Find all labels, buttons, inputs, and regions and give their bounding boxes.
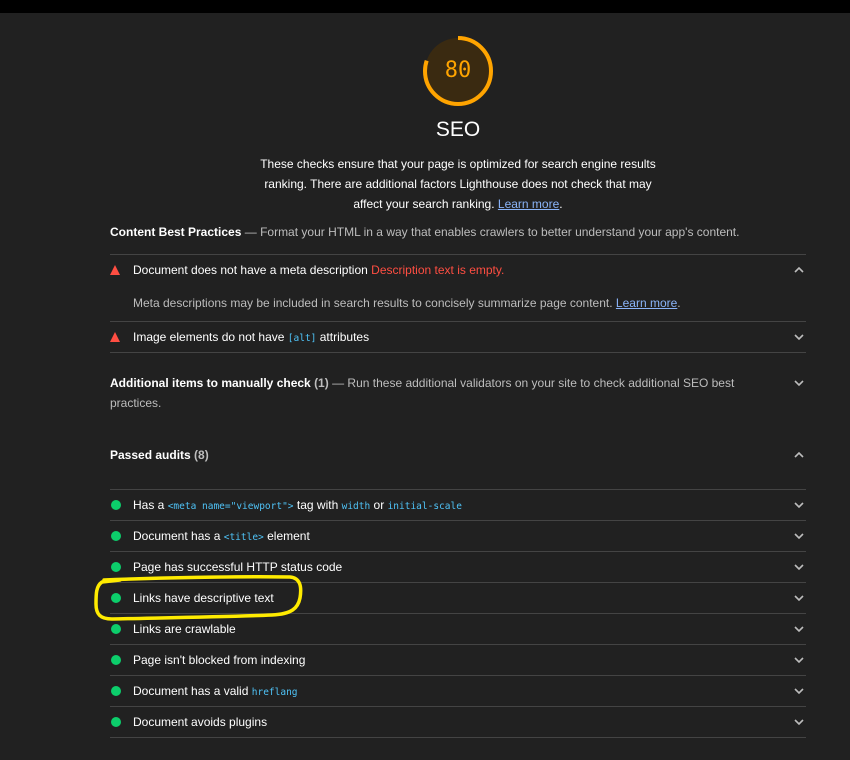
audit-viewport-text-or: or bbox=[373, 498, 385, 512]
audit-image-alt-title-before: Image elements do not have bbox=[133, 330, 285, 344]
audit-link-text-label: Links have descriptive text bbox=[133, 591, 274, 605]
chevron-down-icon[interactable] bbox=[792, 498, 806, 512]
fail-icon bbox=[110, 331, 122, 343]
audit-meta-description-title: Document does not have a meta descriptio… bbox=[133, 263, 368, 277]
chevron-down-icon[interactable] bbox=[792, 376, 806, 390]
score-value: 80 bbox=[444, 58, 472, 83]
audit-image-alt[interactable]: Image elements do not have [alt] attribu… bbox=[110, 322, 806, 352]
audit-image-alt-code: [alt] bbox=[287, 333, 317, 344]
audit-viewport-code-width: width bbox=[341, 501, 371, 512]
audit-crawlable-anchors-label: Links are crawlable bbox=[133, 622, 236, 636]
audit-meta-description-details: Meta descriptions may be included in sea… bbox=[133, 293, 681, 313]
pass-icon bbox=[110, 623, 122, 635]
manual-checks-title: Additional items to manually check bbox=[110, 376, 311, 390]
pass-icon bbox=[110, 654, 122, 666]
audit-viewport-code-meta: <meta name="viewport"> bbox=[167, 501, 294, 512]
chevron-down-icon[interactable] bbox=[792, 330, 806, 344]
pass-icon bbox=[110, 499, 122, 511]
chevron-down-icon[interactable] bbox=[792, 715, 806, 729]
audit-hreflang[interactable]: Document has a valid hreflang bbox=[110, 676, 806, 706]
chevron-up-icon[interactable] bbox=[792, 263, 806, 277]
chevron-down-icon[interactable] bbox=[792, 529, 806, 543]
audit-meta-description-period: . bbox=[677, 296, 681, 310]
chevron-down-icon[interactable] bbox=[792, 591, 806, 605]
passed-audits-count: (8) bbox=[194, 448, 209, 462]
pass-icon bbox=[110, 716, 122, 728]
audit-viewport-text-middle: tag with bbox=[296, 498, 339, 512]
category-description-period: . bbox=[559, 197, 563, 211]
passed-audits-title: Passed audits bbox=[110, 448, 191, 462]
audit-image-alt-title-after: attributes bbox=[319, 330, 370, 344]
top-bar bbox=[0, 0, 850, 13]
audit-meta-description-expanded-text: Meta descriptions may be included in sea… bbox=[133, 296, 613, 310]
category-title: SEO bbox=[435, 118, 481, 141]
pass-icon bbox=[110, 592, 122, 604]
category-description: These checks ensure that your page is op… bbox=[252, 154, 664, 214]
audit-plugins-label: Document avoids plugins bbox=[133, 715, 268, 729]
pass-icon bbox=[110, 561, 122, 573]
content-best-practices-description: Format your HTML in a way that enables c… bbox=[260, 225, 740, 239]
content-best-practices-separator: — bbox=[244, 225, 257, 239]
audit-document-title[interactable]: Document has a <title> element bbox=[110, 521, 806, 551]
audit-http-status-code-label: Page has successful HTTP status code bbox=[133, 560, 343, 574]
pass-icon bbox=[110, 685, 122, 697]
audit-viewport-label: Has a <meta name="viewport"> tag with wi… bbox=[133, 490, 462, 522]
audit-viewport-text-before: Has a bbox=[133, 498, 165, 512]
audit-meta-description[interactable]: Document does not have a meta descriptio… bbox=[110, 255, 806, 285]
chevron-down-icon[interactable] bbox=[792, 560, 806, 574]
audit-viewport-code-initial-scale: initial-scale bbox=[387, 501, 462, 512]
audit-hreflang-text-before: Document has a valid bbox=[133, 684, 249, 698]
audit-is-crawlable[interactable]: Page isn't blocked from indexing bbox=[110, 645, 806, 675]
content-best-practices-title: Content Best Practices bbox=[110, 225, 242, 239]
audit-document-title-text-after: element bbox=[267, 529, 310, 543]
audit-document-title-text-before: Document has a bbox=[133, 529, 221, 543]
pass-icon bbox=[110, 530, 122, 542]
divider bbox=[110, 352, 806, 353]
audit-hreflang-code: hreflang bbox=[251, 687, 298, 698]
audit-image-alt-label: Image elements do not have [alt] attribu… bbox=[133, 322, 369, 354]
chevron-down-icon[interactable] bbox=[792, 684, 806, 698]
audit-document-title-label: Document has a <title> element bbox=[133, 521, 310, 553]
audit-meta-description-label: Document does not have a meta descriptio… bbox=[133, 255, 504, 285]
score-gauge: 80 bbox=[421, 34, 495, 108]
audit-http-status-code[interactable]: Page has successful HTTP status code bbox=[110, 552, 806, 582]
audit-viewport[interactable]: Has a <meta name="viewport"> tag with wi… bbox=[110, 490, 806, 520]
audit-hreflang-label: Document has a valid hreflang bbox=[133, 676, 298, 708]
audit-link-text[interactable]: Links have descriptive text bbox=[110, 583, 806, 613]
audit-meta-description-error: Description text is empty. bbox=[371, 263, 505, 277]
chevron-down-icon[interactable] bbox=[792, 622, 806, 636]
passed-audits-header[interactable]: Passed audits (8) bbox=[110, 445, 209, 465]
manual-checks-separator: — bbox=[332, 376, 345, 390]
manual-checks-count: (1) bbox=[314, 376, 329, 390]
audit-crawlable-anchors[interactable]: Links are crawlable bbox=[110, 614, 806, 644]
category-learn-more-link[interactable]: Learn more bbox=[498, 197, 559, 211]
audit-meta-description-learn-more-link[interactable]: Learn more bbox=[616, 296, 677, 310]
fail-icon bbox=[110, 264, 122, 276]
chevron-up-icon[interactable] bbox=[792, 448, 806, 462]
divider bbox=[110, 737, 806, 738]
audit-document-title-code: <title> bbox=[223, 532, 264, 543]
chevron-down-icon[interactable] bbox=[792, 653, 806, 667]
audit-plugins[interactable]: Document avoids plugins bbox=[110, 707, 806, 737]
category-description-text: These checks ensure that your page is op… bbox=[260, 157, 656, 211]
manual-checks-header[interactable]: Additional items to manually check (1) —… bbox=[110, 373, 770, 413]
audit-is-crawlable-label: Page isn't blocked from indexing bbox=[133, 653, 306, 667]
content-best-practices-header: Content Best Practices — Format your HTM… bbox=[110, 222, 739, 242]
